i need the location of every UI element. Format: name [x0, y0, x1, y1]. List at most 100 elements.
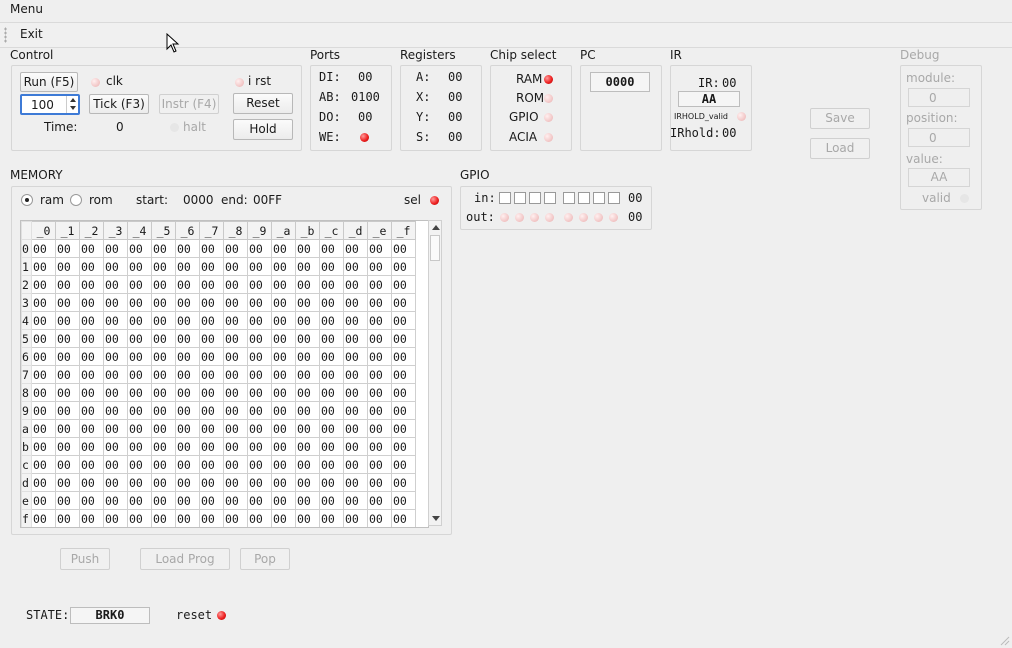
memory-cell[interactable]: 00 [127, 257, 152, 276]
memory-cell[interactable]: 00 [31, 329, 56, 348]
memory-cell[interactable]: 00 [103, 437, 128, 456]
resize-grip-icon[interactable] [998, 634, 1010, 646]
memory-cell[interactable]: 00 [151, 473, 176, 492]
ram-radio[interactable] [21, 194, 33, 206]
chevron-down-icon[interactable] [70, 106, 76, 110]
memory-cell[interactable]: 00 [271, 293, 296, 312]
memory-cell[interactable]: 00 [79, 437, 104, 456]
column-header[interactable]: _e [367, 221, 392, 240]
hold-button[interactable]: Hold [233, 119, 293, 140]
memory-cell[interactable]: 00 [103, 293, 128, 312]
memory-cell[interactable]: 00 [391, 401, 416, 420]
memory-cell[interactable]: 00 [103, 311, 128, 330]
memory-cell[interactable]: 00 [295, 329, 320, 348]
memory-cell[interactable]: 00 [79, 257, 104, 276]
memory-cell[interactable]: 00 [343, 365, 368, 384]
column-header[interactable]: _f [391, 221, 416, 240]
memory-cell[interactable]: 00 [31, 437, 56, 456]
memory-cell[interactable]: 00 [367, 509, 392, 527]
memory-cell[interactable]: 00 [391, 455, 416, 474]
push-button[interactable]: Push [60, 548, 110, 570]
row-header[interactable]: 2 [21, 275, 32, 294]
memory-cell[interactable]: 00 [295, 257, 320, 276]
memory-cell[interactable]: 00 [247, 491, 272, 510]
memory-cell[interactable]: 00 [247, 401, 272, 420]
memory-cell[interactable]: 00 [343, 311, 368, 330]
scroll-down-icon[interactable] [432, 516, 440, 521]
row-header[interactable]: 7 [21, 365, 32, 384]
memory-cell[interactable]: 00 [31, 401, 56, 420]
column-header[interactable]: _0 [31, 221, 56, 240]
memory-cell[interactable]: 00 [223, 455, 248, 474]
memory-cell[interactable]: 00 [55, 437, 80, 456]
memory-cell[interactable]: 00 [223, 473, 248, 492]
memory-cell[interactable]: 00 [367, 473, 392, 492]
memory-cell[interactable]: 00 [295, 239, 320, 258]
memory-cell[interactable]: 00 [367, 401, 392, 420]
memory-cell[interactable]: 00 [223, 347, 248, 366]
memory-cell[interactable]: 00 [31, 455, 56, 474]
memory-cell[interactable]: 00 [103, 473, 128, 492]
memory-cell[interactable]: 00 [367, 293, 392, 312]
load-button[interactable]: Load [810, 138, 870, 159]
memory-cell[interactable]: 00 [79, 347, 104, 366]
memory-cell[interactable]: 00 [271, 491, 296, 510]
memory-cell[interactable]: 00 [199, 293, 224, 312]
memory-cell[interactable]: 00 [391, 347, 416, 366]
memory-cell[interactable]: 00 [247, 383, 272, 402]
memory-cell[interactable]: 00 [175, 419, 200, 438]
memory-cell[interactable]: 00 [151, 257, 176, 276]
memory-cell[interactable]: 00 [343, 491, 368, 510]
memory-cell[interactable]: 00 [367, 347, 392, 366]
memory-cell[interactable]: 00 [103, 257, 128, 276]
memory-cell[interactable]: 00 [367, 455, 392, 474]
load-prog-button[interactable]: Load Prog [140, 548, 230, 570]
memory-cell[interactable]: 00 [367, 239, 392, 258]
memory-cell[interactable]: 00 [367, 419, 392, 438]
row-header[interactable]: 1 [21, 257, 32, 276]
memory-cell[interactable]: 00 [223, 275, 248, 294]
memory-cell[interactable]: 00 [79, 383, 104, 402]
memory-cell[interactable]: 00 [103, 401, 128, 420]
memory-cell[interactable]: 00 [175, 257, 200, 276]
memory-cell[interactable]: 00 [103, 509, 128, 527]
memory-cell[interactable]: 00 [199, 257, 224, 276]
memory-cell[interactable]: 00 [319, 437, 344, 456]
memory-cell[interactable]: 00 [55, 383, 80, 402]
memory-cell[interactable]: 00 [199, 239, 224, 258]
memory-cell[interactable]: 00 [175, 311, 200, 330]
memory-cell[interactable]: 00 [103, 365, 128, 384]
memory-cell[interactable]: 00 [199, 437, 224, 456]
memory-cell[interactable]: 00 [367, 365, 392, 384]
memory-cell[interactable]: 00 [391, 383, 416, 402]
row-header[interactable]: c [21, 455, 32, 474]
memory-cell[interactable]: 00 [247, 257, 272, 276]
memory-cell[interactable]: 00 [343, 347, 368, 366]
memory-cell[interactable]: 00 [127, 347, 152, 366]
memory-cell[interactable]: 00 [103, 383, 128, 402]
memory-cell[interactable]: 00 [367, 491, 392, 510]
memory-cell[interactable]: 00 [391, 509, 416, 527]
memory-cell[interactable]: 00 [199, 275, 224, 294]
memory-cell[interactable]: 00 [247, 419, 272, 438]
memory-cell[interactable]: 00 [319, 509, 344, 527]
memory-cell[interactable]: 00 [55, 419, 80, 438]
memory-cell[interactable]: 00 [199, 365, 224, 384]
memory-cell[interactable]: 00 [343, 473, 368, 492]
memory-cell[interactable]: 00 [55, 239, 80, 258]
memory-cell[interactable]: 00 [127, 437, 152, 456]
row-header[interactable]: 0 [21, 239, 32, 258]
column-header[interactable]: _5 [151, 221, 176, 240]
gpio-in-bit-checkbox[interactable] [544, 192, 556, 204]
memory-cell[interactable]: 00 [79, 491, 104, 510]
memory-cell[interactable]: 00 [127, 401, 152, 420]
column-header[interactable]: _6 [175, 221, 200, 240]
memory-cell[interactable]: 00 [223, 419, 248, 438]
memory-cell[interactable]: 00 [175, 473, 200, 492]
memory-cell[interactable]: 00 [343, 509, 368, 527]
memory-cell[interactable]: 00 [295, 293, 320, 312]
memory-cell[interactable]: 00 [151, 275, 176, 294]
column-header[interactable]: _3 [103, 221, 128, 240]
memory-cell[interactable]: 00 [103, 419, 128, 438]
memory-cell[interactable]: 00 [367, 437, 392, 456]
